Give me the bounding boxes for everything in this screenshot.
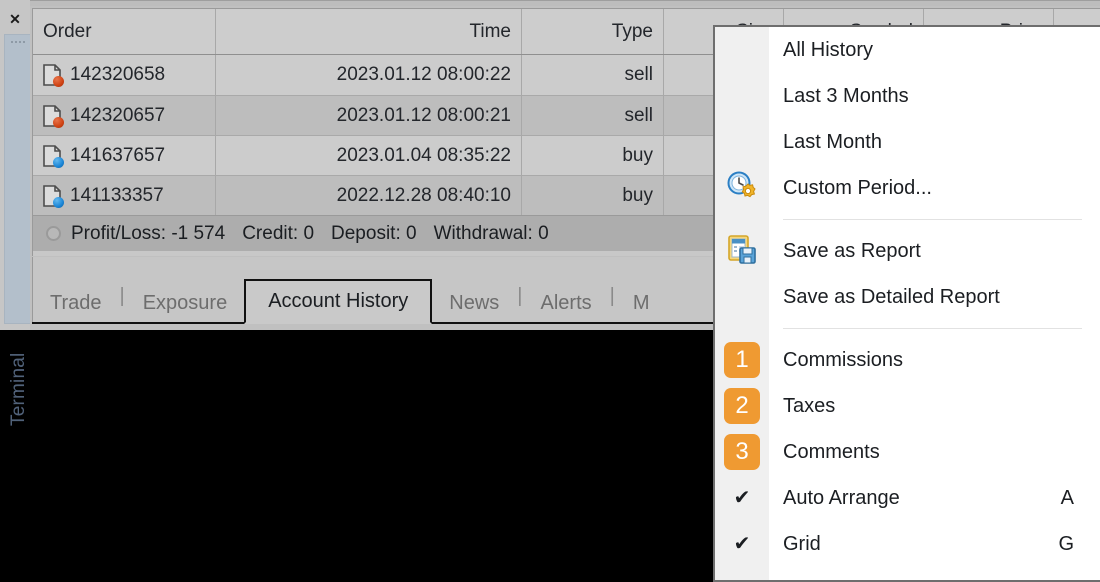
cell-time: 2023.01.12 08:00:22 <box>216 55 522 95</box>
document-icon <box>43 184 64 208</box>
summary-withdrawal: Withdrawal: 0 <box>433 222 549 244</box>
tab-account-history[interactable]: Account History <box>244 279 433 324</box>
menu-item-icon-slot: ✔ <box>715 534 769 554</box>
sell-marker-icon <box>53 76 64 87</box>
menu-item-auto-arrange[interactable]: ✔ Auto Arrange A <box>715 475 1100 521</box>
tab-exposure[interactable]: Exposure <box>126 282 245 324</box>
menu-item-icon-slot <box>715 233 769 270</box>
menu-separator <box>783 219 1082 220</box>
buy-marker-icon <box>53 196 64 208</box>
menu-item-label: Comments <box>783 440 880 463</box>
cell-time: 2022.12.28 08:40:10 <box>216 176 522 215</box>
cell-order-text: 141637657 <box>70 144 166 166</box>
tab-separator: | <box>119 285 125 307</box>
menu-item-label: Save as Report <box>783 239 921 262</box>
tab-separator: | <box>517 285 523 307</box>
checkmark-icon: ✔ <box>733 487 751 509</box>
close-icon[interactable]: ✕ <box>0 6 30 32</box>
menu-item-label: All History <box>783 38 874 61</box>
clipboard-save-icon <box>726 233 758 270</box>
menu-item-accelerator: G <box>1058 532 1074 555</box>
cell-type: sell <box>522 55 664 95</box>
menu-item-label: Last 3 Months <box>783 84 909 107</box>
tab-trade[interactable]: Trade <box>33 282 119 324</box>
panel-top-border <box>0 0 1100 6</box>
cell-order-text: 142320657 <box>70 104 166 126</box>
sidebar-item-terminal[interactable]: Terminal <box>4 34 30 426</box>
menu-item-label: Auto Arrange <box>783 486 900 509</box>
cell-time: 2023.01.12 08:00:21 <box>216 96 522 135</box>
terminal-side-strip: ✕ Terminal <box>0 0 30 426</box>
menu-item-comments[interactable]: 3 Comments <box>715 429 1100 475</box>
summary-profit-loss: Profit/Loss: -1 574 <box>71 222 226 244</box>
document-icon <box>43 64 64 87</box>
cell-type: buy <box>522 136 664 175</box>
cell-order: 142320658 <box>33 55 216 95</box>
menu-item-icon-slot: 3 <box>715 434 769 470</box>
sell-marker-icon <box>53 116 64 128</box>
menu-item-commissions[interactable]: 1 Commissions <box>715 337 1100 383</box>
cell-order: 141133357 <box>33 176 216 215</box>
tab-m[interactable]: M <box>616 282 667 324</box>
menu-item-icon-slot: ✔ <box>715 488 769 508</box>
column-header-type[interactable]: Type <box>522 9 664 54</box>
tab-news[interactable]: News <box>432 282 516 324</box>
cell-type: sell <box>522 96 664 135</box>
cell-order-text: 142320658 <box>70 64 166 85</box>
balance-icon <box>46 226 61 241</box>
screen-root: ✕ Terminal OrderTimeTypeSizeSymbolPrice … <box>0 0 1100 582</box>
terminal-tab-label: Terminal <box>8 352 29 426</box>
cell-order: 141637657 <box>33 136 216 175</box>
cell-type: buy <box>522 176 664 215</box>
menu-item-accelerator: A <box>1060 486 1074 509</box>
cell-order: 142320657 <box>33 96 216 135</box>
menu-item-label: Save as Detailed Report <box>783 285 1000 308</box>
menu-item-label: Taxes <box>783 394 836 417</box>
badge-3-icon: 3 <box>724 434 760 470</box>
menu-item-icon-slot <box>715 170 769 207</box>
column-header-time[interactable]: Time <box>216 9 522 54</box>
context-menu-items: All History Last 3 Months Last Month Custom… <box>715 27 1100 567</box>
menu-item-icon-slot: 1 <box>715 342 769 378</box>
menu-item-grid[interactable]: ✔ Grid G <box>715 521 1100 567</box>
menu-item-all-history[interactable]: All History <box>715 27 1100 73</box>
menu-item-label: Last Month <box>783 130 882 153</box>
menu-item-label: Custom Period... <box>783 176 932 199</box>
summary-credit: Credit: 0 <box>242 222 315 244</box>
tab-separator: | <box>609 285 615 307</box>
menu-item-label: Grid <box>783 532 821 555</box>
drag-dots-icon <box>11 41 25 44</box>
column-header-order[interactable]: Order <box>33 9 216 54</box>
menu-item-save-as-report[interactable]: Save as Report <box>715 228 1100 274</box>
menu-item-icon-slot: 2 <box>715 388 769 424</box>
summary-deposit: Deposit: 0 <box>331 222 417 244</box>
menu-item-label: Commissions <box>783 348 904 371</box>
menu-item-last-3-months[interactable]: Last 3 Months <box>715 73 1100 119</box>
document-icon <box>43 104 64 128</box>
badge-2-icon: 2 <box>724 388 760 424</box>
badge-1-icon: 1 <box>724 342 760 378</box>
cell-order-text: 141133357 <box>70 184 164 206</box>
checkmark-icon: ✔ <box>733 533 751 555</box>
menu-item-taxes[interactable]: 2 Taxes <box>715 383 1100 429</box>
document-icon <box>43 144 64 168</box>
cell-time: 2023.01.04 08:35:22 <box>216 136 522 175</box>
menu-item-save-as-detailed-report[interactable]: Save as Detailed Report <box>715 274 1100 320</box>
menu-item-custom-period[interactable]: Custom Period... <box>715 165 1100 211</box>
buy-marker-icon <box>53 156 64 168</box>
clock-gear-icon <box>726 170 758 207</box>
history-context-menu[interactable]: All History Last 3 Months Last Month Custom… <box>713 25 1100 582</box>
tab-alerts[interactable]: Alerts <box>524 282 609 324</box>
menu-item-last-month[interactable]: Last Month <box>715 119 1100 165</box>
menu-separator <box>783 328 1082 329</box>
